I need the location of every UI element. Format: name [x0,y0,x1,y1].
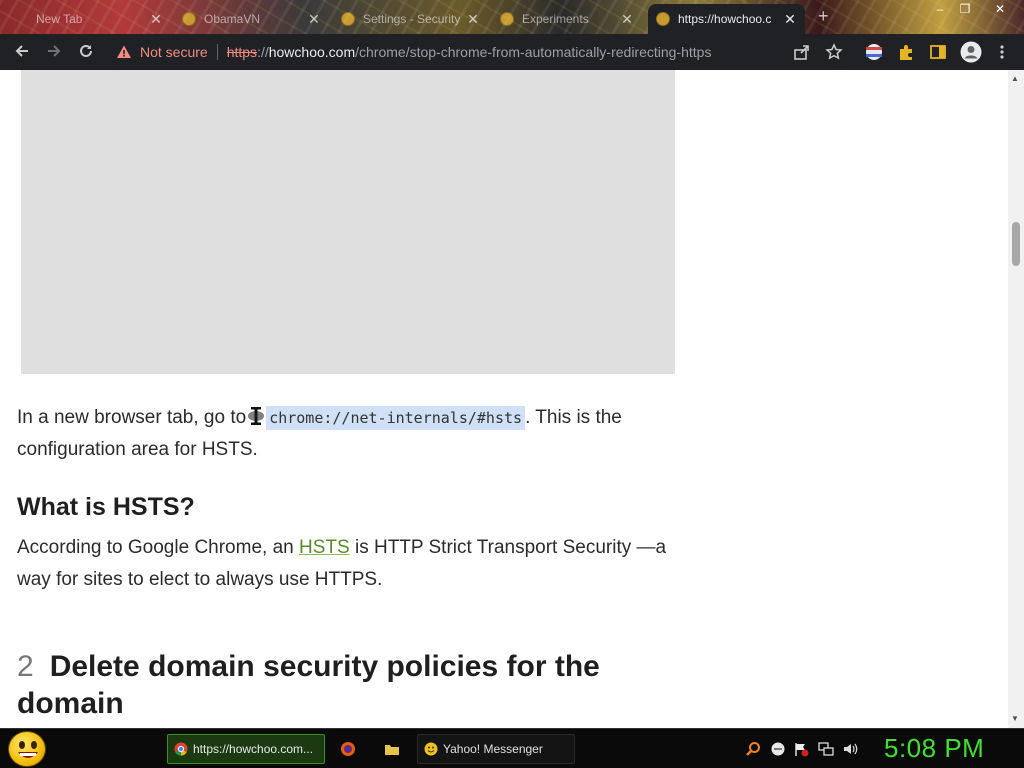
reload-icon[interactable] [76,42,96,62]
howchoo-favicon-icon [656,12,670,26]
close-icon[interactable]: ✕ [783,11,797,28]
omnibox-divider [216,44,218,60]
tab-label: Experiments [522,12,589,26]
text-cursor-icon [248,406,265,425]
chrome-icon [174,742,188,756]
chrome-task-label: https://howchoo.com... [193,742,314,756]
system-clock[interactable]: 5:08 PM [884,733,984,764]
profile-flag-icon[interactable] [865,43,883,61]
messenger-tray-icon[interactable] [770,741,786,757]
forward-icon[interactable] [44,42,64,62]
profile-avatar[interactable] [960,41,982,63]
scroll-up-arrow-icon[interactable]: ▲ [1011,74,1019,83]
tab-howchoo[interactable]: https://howchoo.c ✕ [648,4,805,34]
hsts-url-code[interactable]: chrome://net-internals/#hsts [266,406,526,430]
settings-favicon-icon [341,12,355,26]
tab-label: Settings - Security [363,12,460,26]
firefox-icon[interactable] [340,741,356,757]
close-icon[interactable]: ✕ [620,11,634,28]
search-icon[interactable] [745,741,761,757]
sidepanel-icon[interactable] [929,43,947,61]
browser-toolbar: Not secure https://howchoo.com/chrome/st… [0,34,1024,70]
page-content: In a new browser tab, go to chrome://net-… [0,70,1008,728]
address-bar[interactable]: Not secure https://howchoo.com/chrome/st… [106,38,852,66]
url-host: howchoo.com [268,44,356,60]
tab-new-tab[interactable]: New Tab ✕ [6,4,171,34]
url-path: /chrome/stop-chrome-from-automatically-r… [355,44,712,60]
tab-strip: New Tab ✕ ObamaVN ✕ Settings - Security … [0,0,1024,34]
close-icon[interactable]: ✕ [466,11,480,28]
tab-obamavn[interactable]: ObamaVN ✕ [174,4,329,34]
speaker-icon[interactable] [842,741,858,757]
tab-label: New Tab [36,12,83,26]
close-icon[interactable]: ✕ [307,11,321,28]
smiley-start-icon[interactable] [8,731,46,767]
what-is-hsts-heading: What is HSTS? [17,493,195,521]
close-icon[interactable]: ✕ [149,11,163,28]
network-icon[interactable] [818,741,834,757]
page-scrollbar[interactable]: ▲ ▼ [1008,70,1024,728]
p2-text-before: According to Google Chrome, an [17,537,299,558]
url-separator: :// [257,44,269,60]
step-2-heading: 2 Delete domain security policies for the… [17,648,677,722]
tab-experiments[interactable]: Experiments ✕ [492,4,642,34]
p1-text-before: In a new browser tab, go to [17,407,247,428]
scroll-down-arrow-icon[interactable]: ▼ [1011,714,1019,723]
hsts-definition-paragraph: According to Google Chrome, an HSTS is H… [17,532,687,596]
warning-icon[interactable] [116,44,132,60]
folder-icon[interactable] [384,741,400,757]
hsts-link[interactable]: HSTS [299,537,350,558]
not-secure-label[interactable]: Not secure [140,44,208,60]
tab-settings-security[interactable]: Settings - Security ✕ [333,4,488,34]
menu-icon[interactable] [996,43,1008,61]
yahoo-messenger-task-button[interactable]: Yahoo! Messenger [417,734,575,764]
tab-label: https://howchoo.c [678,12,772,26]
chrome-task-button[interactable]: https://howchoo.com... [167,734,325,764]
step-instruction-paragraph: In a new browser tab, go to chrome://net-… [17,402,687,466]
url-scheme: https [226,44,258,60]
yahoo-messenger-label: Yahoo! Messenger [443,742,543,756]
step-number: 2 [17,650,34,683]
window-close-icon[interactable]: ✕ [990,2,1010,16]
restore-icon[interactable]: ❐ [955,2,975,16]
os-taskbar: https://howchoo.com... Yahoo! Messenger [0,728,1024,768]
new-tab-button[interactable]: + [818,6,829,27]
url-text[interactable]: https://howchoo.com/chrome/stop-chrome-f… [227,44,712,60]
experiments-favicon-icon [500,12,514,26]
step-title: Delete domain security policies for the … [17,650,600,720]
share-icon[interactable] [793,43,811,61]
back-icon[interactable] [12,42,32,62]
star-icon[interactable] [825,43,843,61]
article-image-placeholder [21,70,675,374]
site-favicon-icon [182,12,196,26]
action-center-flag-icon[interactable] [793,741,809,757]
scrollbar-thumb[interactable] [1012,222,1020,266]
tab-label: ObamaVN [204,12,261,26]
puzzle-icon[interactable] [897,43,915,61]
yahoo-smiley-icon [424,742,438,756]
minimize-icon[interactable]: – [930,2,950,16]
